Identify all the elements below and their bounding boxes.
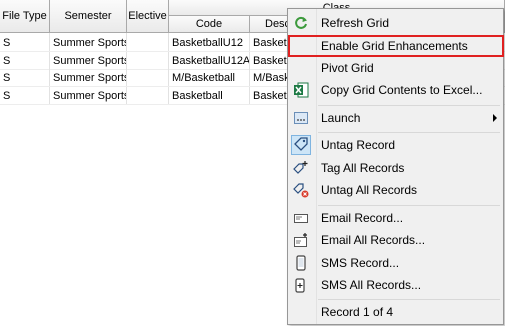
cell-semester: Summer Sports: [50, 34, 127, 52]
cell-file-type: S: [0, 52, 50, 70]
submenu-arrow-icon: [493, 114, 497, 122]
menu-item-refresh-grid[interactable]: Refresh Grid: [288, 12, 503, 34]
cell-description: Basket: [253, 37, 287, 49]
menu-item-sms-record[interactable]: SMS Record...: [288, 252, 503, 274]
menu-item-untag-record[interactable]: Untag Record: [288, 134, 503, 156]
cell-elective: [127, 34, 169, 52]
ellipsis-icon: [293, 110, 309, 126]
cell-code: M/Basketball: [169, 69, 250, 87]
header-semester[interactable]: Semester: [50, 0, 127, 33]
cell-elective: [127, 69, 169, 87]
menu-item-sms-all-records[interactable]: SMS All Records...: [288, 274, 503, 296]
menu-item-label: SMS All Records...: [321, 278, 422, 292]
menu-item-tag-all-records[interactable]: Tag All Records: [288, 157, 503, 179]
cell-semester: Summer Sports: [50, 52, 127, 70]
cell-code: BasketballU12: [169, 34, 250, 52]
cell-description: Basket: [253, 90, 287, 102]
menu-item-label: Tag All Records: [321, 161, 405, 175]
menu-item-label: Refresh Grid: [321, 16, 390, 30]
cell-elective: [127, 87, 169, 105]
cell-file-type: S: [0, 87, 50, 105]
context-menu: Refresh Grid Enable Grid Enhancements Pi…: [287, 8, 504, 325]
cell-file-type: S: [0, 34, 50, 52]
cell-file-type: S: [0, 69, 50, 87]
menu-item-label: Email Record...: [321, 211, 404, 225]
header-file-type[interactable]: File Type: [0, 0, 50, 33]
menu-item-enable-grid-enhancements[interactable]: Enable Grid Enhancements: [288, 35, 504, 57]
record-count-label: Record 1 of 4: [321, 305, 394, 319]
menu-item-pivot-grid[interactable]: Pivot Grid: [288, 57, 503, 79]
email-all-icon: [293, 232, 309, 248]
cell-description: Basket: [253, 55, 287, 67]
excel-icon: [293, 82, 309, 98]
cell-code: Basketball: [169, 87, 250, 105]
menu-item-label: Pivot Grid: [321, 61, 374, 75]
refresh-icon: [293, 15, 309, 31]
tag-icon: [293, 137, 309, 153]
menu-item-copy-to-excel[interactable]: Copy Grid Contents to Excel...: [288, 79, 503, 101]
menu-separator: [318, 299, 500, 300]
menu-item-record-count: Record 1 of 4: [288, 301, 503, 323]
cell-semester: Summer Sports: [50, 87, 127, 105]
header-code[interactable]: Code: [169, 16, 250, 33]
cell-description: M/Bask: [253, 72, 290, 84]
menu-item-untag-all-records[interactable]: Untag All Records: [288, 179, 503, 201]
email-icon: [293, 210, 309, 226]
cell-semester: Summer Sports: [50, 69, 127, 87]
menu-separator: [318, 105, 500, 106]
menu-item-label: Launch: [321, 111, 361, 125]
header-elective[interactable]: Elective: [127, 0, 169, 33]
tag-remove-icon: [293, 182, 309, 198]
menu-item-email-record[interactable]: Email Record...: [288, 207, 503, 229]
menu-item-email-all-records[interactable]: Email All Records...: [288, 229, 503, 251]
menu-item-label: Untag Record: [321, 138, 396, 152]
menu-item-label: Enable Grid Enhancements: [321, 39, 468, 53]
menu-separator: [318, 205, 500, 206]
menu-item-label: Email All Records...: [321, 233, 426, 247]
cell-code: BasketballU12A: [169, 52, 250, 70]
phone-all-icon: [293, 277, 309, 293]
menu-item-label: Untag All Records: [321, 183, 418, 197]
tag-plus-icon: [293, 160, 309, 176]
phone-icon: [293, 255, 309, 271]
menu-item-label: Copy Grid Contents to Excel...: [321, 83, 483, 97]
cell-elective: [127, 52, 169, 70]
menu-separator: [318, 132, 500, 133]
menu-item-label: SMS Record...: [321, 256, 400, 270]
menu-item-launch[interactable]: Launch: [288, 107, 503, 129]
